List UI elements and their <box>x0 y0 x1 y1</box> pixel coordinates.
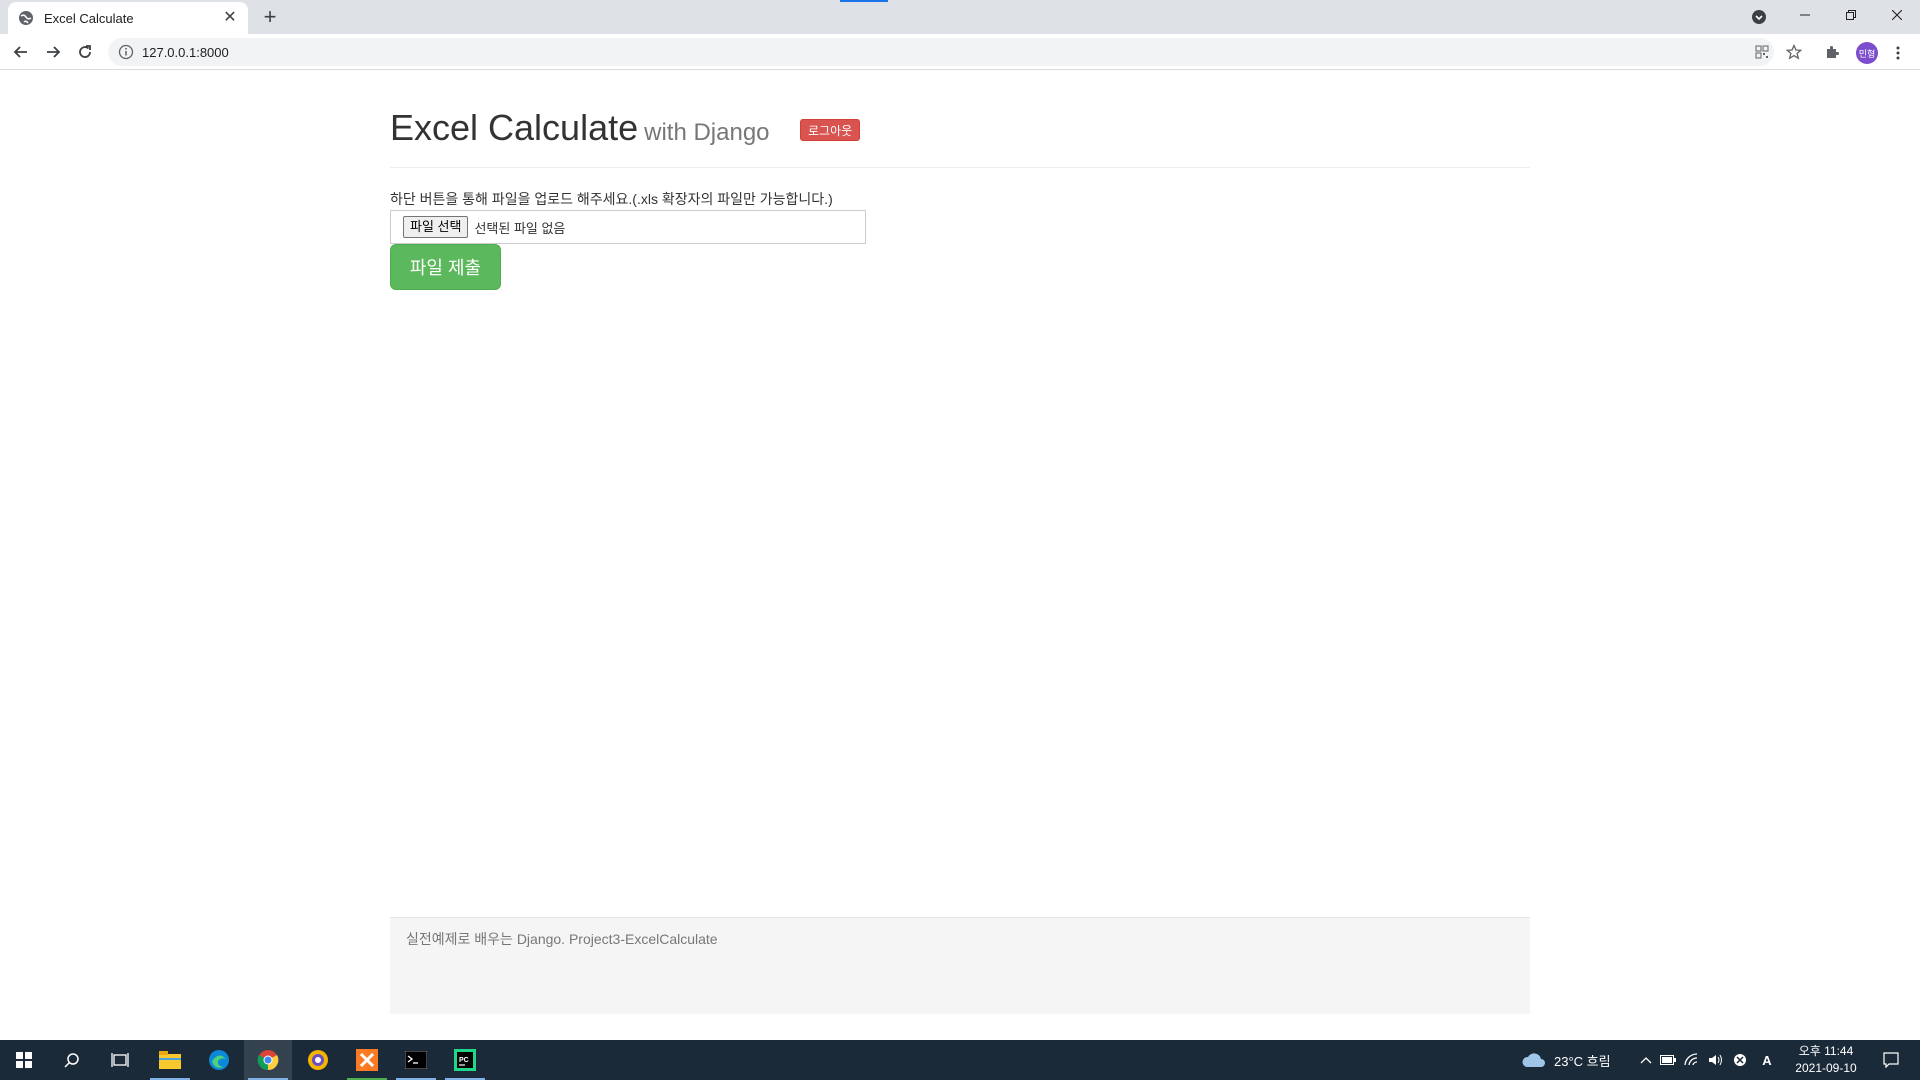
chrome-browser-icon[interactable] <box>244 1040 292 1080</box>
url-text: 127.0.0.1:8000 <box>142 44 229 60</box>
app-icon[interactable] <box>294 1040 342 1080</box>
clock-time: 오후 11:44 <box>1798 1044 1854 1058</box>
top-indicator <box>840 0 888 2</box>
choose-file-button[interactable]: 파일 선택 <box>403 216 469 238</box>
browser-tab[interactable]: Excel Calculate ✕ <box>8 2 248 34</box>
tab-search-icon[interactable] <box>1750 8 1768 26</box>
page-footer: 실전예제로 배우는 Django. Project3-ExcelCalculat… <box>390 917 1530 1014</box>
page-title: Excel Calculate with Django <box>390 107 770 149</box>
forward-icon[interactable] <box>39 38 67 66</box>
cloud-icon <box>1522 1053 1545 1067</box>
submit-file-button[interactable]: 파일 제출 <box>390 244 501 290</box>
reload-icon[interactable] <box>71 38 99 66</box>
system-clock[interactable]: 오후 11:44 2021-09-10 <box>1780 1043 1872 1077</box>
globe-icon <box>18 10 34 26</box>
terminal-icon[interactable] <box>392 1040 440 1080</box>
page-header: Excel Calculate with Django 로그아웃 <box>390 107 1530 168</box>
volume-icon[interactable] <box>1706 1040 1726 1080</box>
edge-browser-icon[interactable] <box>195 1040 243 1080</box>
upload-instruction: 하단 버튼을 통해 파일을 업로드 해주세요.(.xls 확장자의 파일만 가능… <box>390 191 833 207</box>
translate-icon[interactable] <box>1750 40 1774 64</box>
file-explorer-icon[interactable] <box>146 1040 194 1080</box>
svg-text:PC: PC <box>459 1057 469 1064</box>
back-icon[interactable] <box>7 38 35 66</box>
windows-taskbar: PC 23°C 흐림 A 오후 11:44 2021-09-10 <box>0 1040 1920 1080</box>
browser-toolbar: 127.0.0.1:8000 민형 <box>0 34 1920 70</box>
file-input[interactable]: 파일 선택 선택된 파일 없음 <box>390 210 866 244</box>
title-text: Excel Calculate <box>390 107 639 148</box>
minimize-icon[interactable] <box>1782 0 1828 30</box>
address-bar[interactable]: 127.0.0.1:8000 <box>108 38 1774 66</box>
clock-date: 2021-09-10 <box>1795 1061 1857 1075</box>
page-content: Excel Calculate with Django 로그아웃 하단 버튼을 통… <box>0 71 1920 1040</box>
weather-widget[interactable]: 23°C 흐림 <box>1522 1040 1622 1080</box>
xampp-icon[interactable] <box>343 1040 391 1080</box>
windows-start-icon[interactable] <box>0 1040 48 1080</box>
footer-text: 실전예제로 배우는 Django. Project3-ExcelCalculat… <box>406 931 718 947</box>
close-tab-icon[interactable]: ✕ <box>222 10 238 26</box>
ime-indicator[interactable]: A <box>1756 1040 1778 1080</box>
profile-avatar[interactable]: 민형 <box>1856 42 1878 64</box>
file-status: 선택된 파일 없음 <box>474 220 566 236</box>
close-window-icon[interactable] <box>1874 0 1920 30</box>
new-tab-button[interactable]: + <box>258 5 282 29</box>
notification-icon[interactable] <box>1876 1040 1906 1080</box>
pycharm-icon[interactable]: PC <box>441 1040 489 1080</box>
battery-icon[interactable] <box>1658 1040 1678 1080</box>
tab-title: Excel Calculate <box>44 10 134 26</box>
bookmark-star-icon[interactable] <box>1782 40 1806 64</box>
wifi-icon[interactable] <box>1682 1040 1702 1080</box>
extensions-icon[interactable] <box>1820 40 1844 64</box>
disabled-icon[interactable] <box>1730 1040 1750 1080</box>
restore-icon[interactable] <box>1828 0 1874 30</box>
chevron-up-icon[interactable] <box>1636 1040 1656 1080</box>
logout-button[interactable]: 로그아웃 <box>800 119 861 141</box>
weather-text: 23°C 흐림 <box>1554 1053 1611 1069</box>
search-icon[interactable] <box>48 1040 96 1080</box>
browser-tab-bar: Excel Calculate ✕ + <box>0 0 1920 34</box>
ime-text: A <box>1762 1052 1772 1068</box>
more-menu-icon[interactable] <box>1890 42 1906 64</box>
task-view-icon[interactable] <box>96 1040 144 1080</box>
page-subtitle: with Django <box>644 119 770 146</box>
info-icon[interactable] <box>118 44 134 60</box>
